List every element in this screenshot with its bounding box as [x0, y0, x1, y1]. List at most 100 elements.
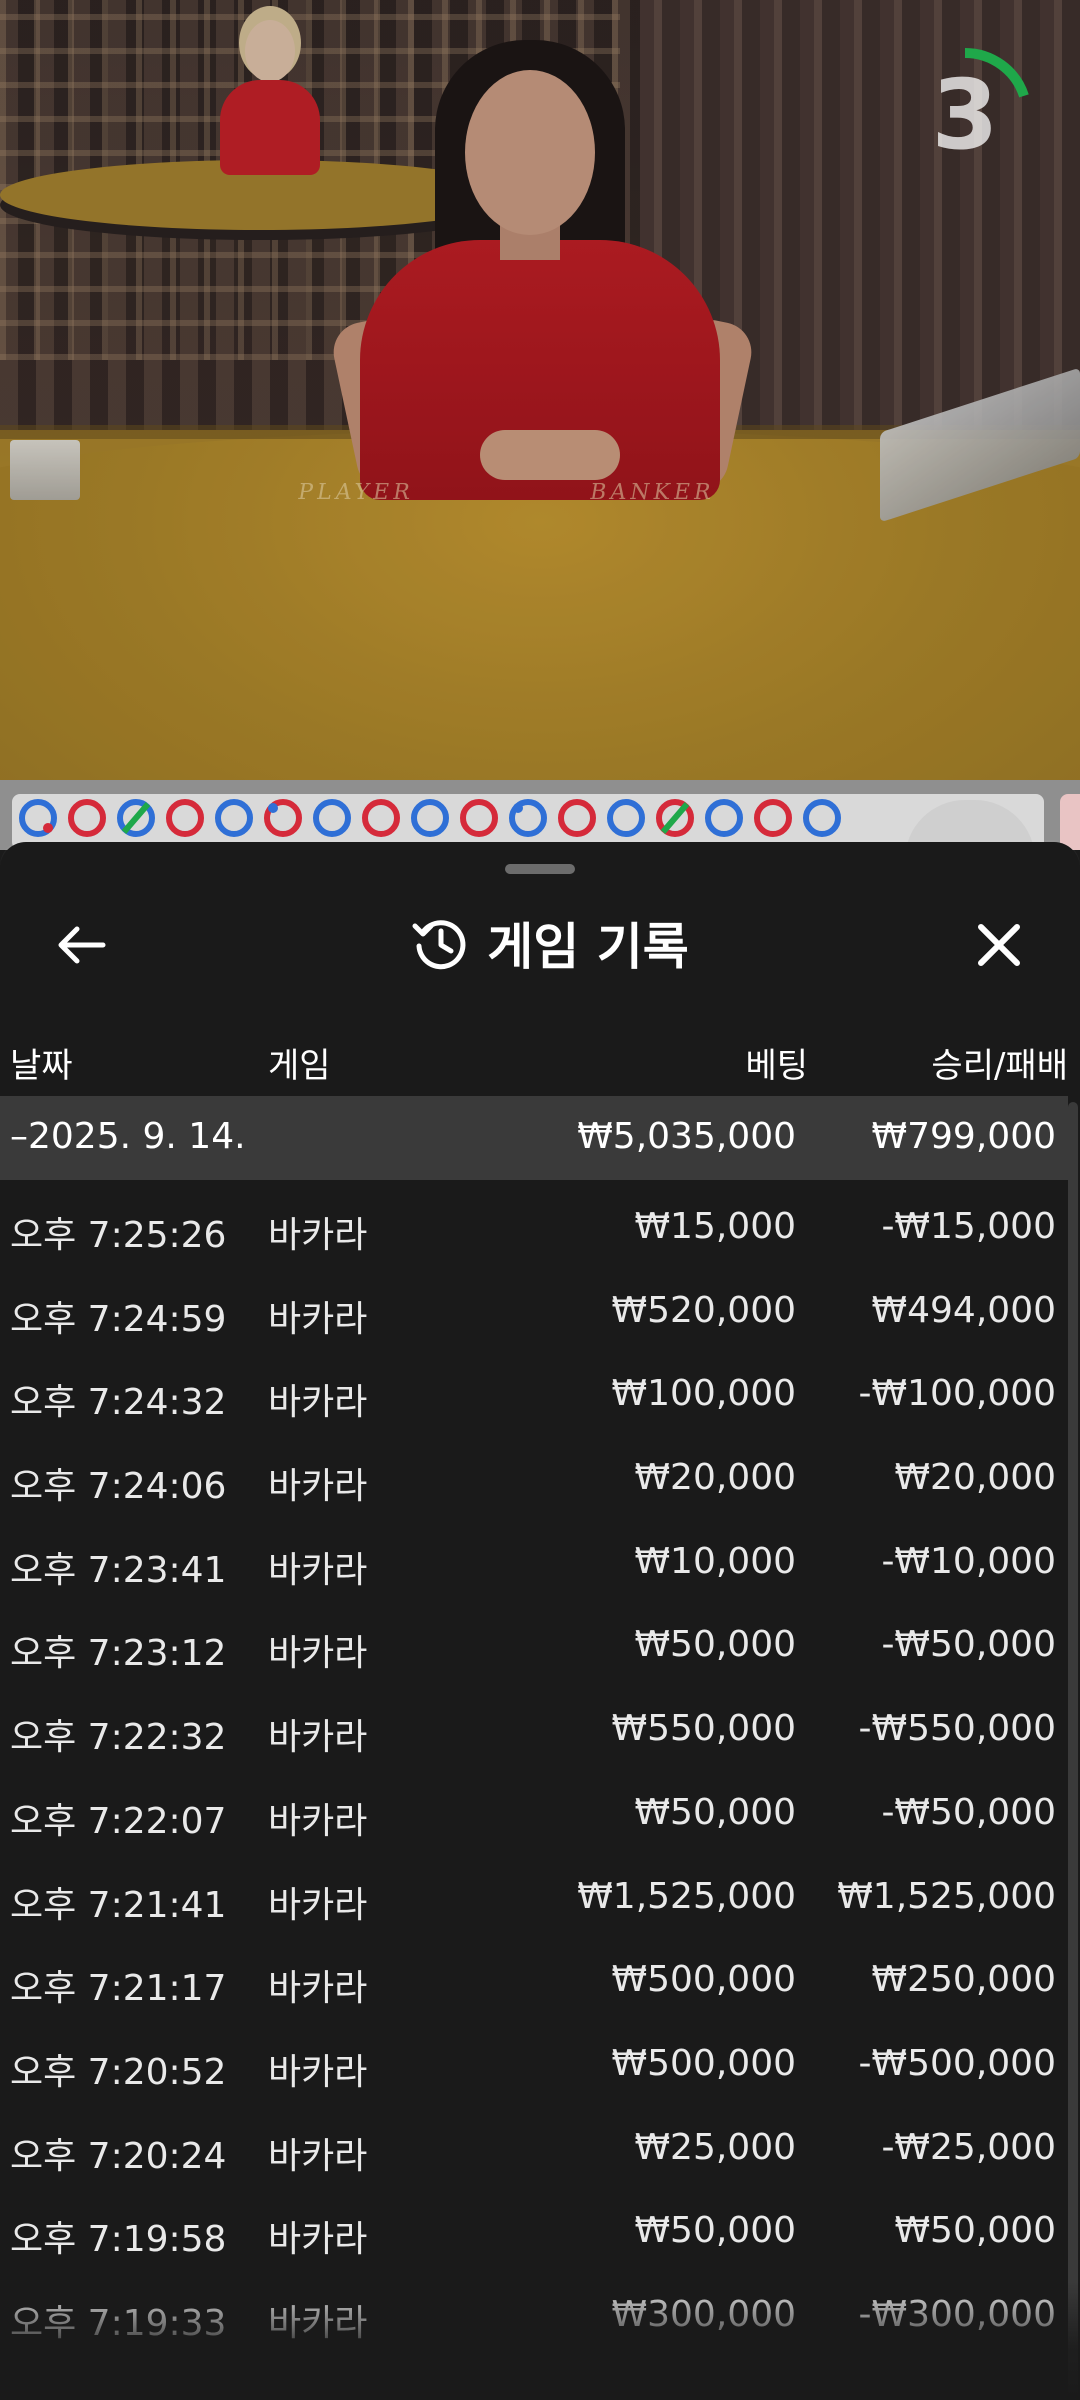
countdown-timer: 3: [890, 40, 1040, 190]
road-map-strip[interactable]: [0, 780, 1080, 860]
row-bet: ₩1,525,000: [577, 1875, 796, 1917]
row-result: -₩15,000: [881, 1206, 1056, 1247]
row-bet: ₩50,000: [634, 1624, 796, 1666]
row-result: -₩500,000: [858, 2042, 1056, 2084]
sheet-title-group: 게임 기록: [390, 908, 710, 978]
row-time: 오후 7:19:33: [10, 2302, 227, 2344]
road-bead-blue: [607, 799, 645, 837]
row-bet: ₩500,000: [611, 2042, 796, 2084]
row-game: 바카라: [268, 1717, 368, 1759]
column-header-result[interactable]: 승리/패배: [931, 1038, 1068, 1087]
road-bead-blue: [803, 799, 841, 837]
date-group-row[interactable]: –2025. 9. 14. ₩5,035,000 ₩799,000: [0, 1096, 1068, 1180]
history-row[interactable]: 오후 7:24:32 바카라 ₩100,000 -₩100,000: [0, 1349, 1068, 1433]
road-bead-blue: [705, 799, 743, 837]
column-header-date[interactable]: 날짜: [10, 1038, 73, 1087]
row-bet: ₩25,000: [634, 2126, 796, 2168]
column-header-bet[interactable]: 베팅: [745, 1038, 808, 1087]
road-bead-red: [754, 799, 792, 837]
row-bet: ₩500,000: [611, 1959, 796, 2001]
row-result: -₩550,000: [858, 1708, 1056, 1750]
row-result: -₩300,000: [858, 2293, 1056, 2335]
row-result: ₩1,525,000: [837, 1875, 1056, 1917]
road-bead-red: [68, 799, 106, 837]
road-bead-red: [166, 799, 204, 837]
row-game: 바카라: [268, 1884, 368, 1926]
road-map-side-edge: [1060, 794, 1080, 850]
row-result: ₩50,000: [894, 2210, 1056, 2252]
road-bead-blue: [117, 799, 155, 837]
row-bet: ₩50,000: [634, 2210, 796, 2252]
row-game: 바카라: [268, 1298, 368, 1340]
row-time: 오후 7:24:32: [10, 1382, 227, 1424]
history-row[interactable]: 오후 7:20:24 바카라 ₩25,000 -₩25,000: [0, 2103, 1068, 2187]
sheet-title: 게임 기록: [487, 918, 689, 976]
sheet-header: 게임 기록: [0, 892, 1080, 992]
row-game: 바카라: [268, 1215, 368, 1256]
history-icon: [412, 920, 466, 970]
history-row[interactable]: 오후 7:20:52 바카라 ₩500,000 -₩500,000: [0, 2019, 1068, 2103]
row-bet: ₩10,000: [634, 1540, 796, 1582]
row-game: 바카라: [268, 1800, 368, 1842]
row-result: ₩20,000: [894, 1457, 1056, 1499]
scrollbar[interactable]: [1068, 1102, 1078, 2400]
row-time: 오후 7:23:41: [10, 1549, 227, 1591]
history-row[interactable]: 오후 7:25:26 바카라 ₩15,000 -₩15,000: [0, 1182, 1068, 1266]
row-time: 오후 7:24:06: [10, 1466, 227, 1508]
history-row[interactable]: 오후 7:21:41 바카라 ₩1,525,000 ₩1,525,000: [0, 1852, 1068, 1936]
history-row[interactable]: 오후 7:23:12 바카라 ₩50,000 -₩50,000: [0, 1600, 1068, 1684]
row-bet: ₩20,000: [634, 1457, 796, 1499]
road-bead-red: [558, 799, 596, 837]
row-time: 오후 7:22:07: [10, 1800, 227, 1842]
table-header: 날짜 게임 베팅 승리/패배: [0, 1022, 1080, 1092]
row-game: 바카라: [268, 1382, 368, 1424]
road-bead-blue: [19, 799, 57, 837]
row-bet: ₩100,000: [611, 1373, 796, 1415]
row-game: 바카라: [268, 1633, 368, 1675]
group-date: –2025. 9. 14.: [10, 1116, 246, 1157]
row-time: 오후 7:20:24: [10, 2135, 227, 2177]
row-result: -₩50,000: [881, 1624, 1056, 1666]
group-result-total: ₩799,000: [871, 1116, 1056, 1157]
row-time: 오후 7:19:58: [10, 2219, 227, 2261]
history-row[interactable]: 오후 7:21:17 바카라 ₩500,000 ₩250,000: [0, 1935, 1068, 2019]
road-bead-blue: [411, 799, 449, 837]
row-bet: ₩520,000: [611, 1289, 796, 1331]
row-time: 오후 7:20:52: [10, 2051, 227, 2093]
close-button[interactable]: [964, 910, 1034, 980]
row-time: 오후 7:24:59: [10, 1298, 227, 1340]
row-game: 바카라: [268, 1968, 368, 2010]
row-time: 오후 7:21:41: [10, 1884, 227, 1926]
history-row[interactable]: 오후 7:19:58 바카라 ₩50,000 ₩50,000: [0, 2186, 1068, 2270]
road-bead-red: [460, 799, 498, 837]
row-bet: ₩15,000: [634, 1206, 796, 1247]
row-result: -₩25,000: [881, 2126, 1056, 2168]
history-row[interactable]: 오후 7:22:07 바카라 ₩50,000 -₩50,000: [0, 1768, 1068, 1852]
row-game: 바카라: [268, 2051, 368, 2093]
row-time: 오후 7:25:26: [10, 1215, 227, 1256]
road-bead-blue: [313, 799, 351, 837]
history-rows[interactable]: 오후 7:25:26 바카라 ₩15,000 -₩15,000 오후 7:24:59 바카…: [0, 1182, 1068, 2400]
row-result: -₩50,000: [881, 1791, 1056, 1833]
history-row[interactable]: 오후 7:24:59 바카라 ₩520,000 ₩494,000: [0, 1266, 1068, 1350]
row-result: ₩494,000: [871, 1289, 1056, 1331]
row-result: -₩10,000: [881, 1540, 1056, 1582]
history-row[interactable]: 오후 7:22:32 바카라 ₩550,000 -₩550,000: [0, 1684, 1068, 1768]
row-result: ₩250,000: [871, 1959, 1056, 2001]
history-row[interactable]: 오후 7:23:41 바카라 ₩10,000 -₩10,000: [0, 1517, 1068, 1601]
row-result: -₩100,000: [858, 1373, 1056, 1415]
row-game: 바카라: [268, 1466, 368, 1508]
column-header-game[interactable]: 게임: [268, 1038, 331, 1087]
row-time: 오후 7:22:32: [10, 1717, 227, 1759]
countdown-value: 3: [931, 59, 999, 171]
row-bet: ₩550,000: [611, 1708, 796, 1750]
live-video-feed[interactable]: PLAYER BANKER 3: [0, 0, 1080, 780]
row-game: 바카라: [268, 2219, 368, 2261]
back-button[interactable]: [46, 910, 116, 980]
row-time: 오후 7:21:17: [10, 1968, 227, 2010]
row-game: 바카라: [268, 2135, 368, 2177]
history-row[interactable]: 오후 7:19:33 바카라 ₩300,000 -₩300,000: [0, 2270, 1068, 2354]
row-time: 오후 7:23:12: [10, 1633, 227, 1675]
sheet-drag-handle[interactable]: [505, 864, 575, 874]
history-row[interactable]: 오후 7:24:06 바카라 ₩20,000 ₩20,000: [0, 1433, 1068, 1517]
